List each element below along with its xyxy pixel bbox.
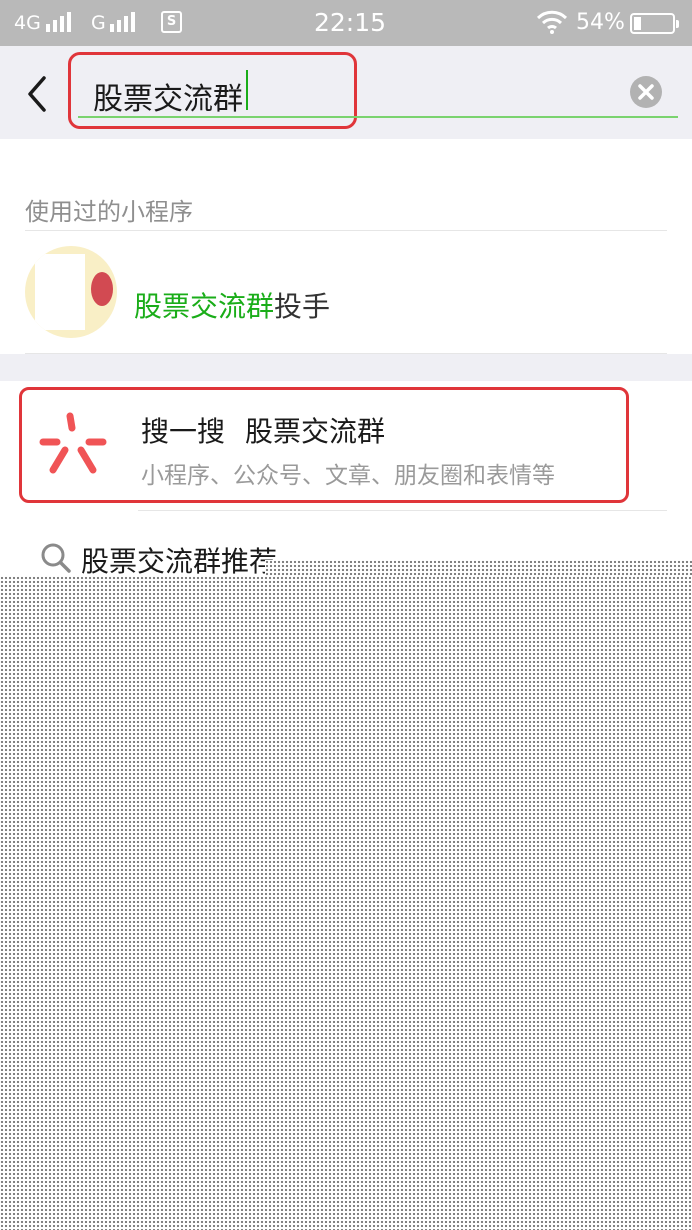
mini-program-name-suffix: 投手 — [274, 290, 331, 323]
souyisou-title: 搜一搜 股票交流群 — [141, 410, 385, 450]
row-divider-2 — [138, 510, 667, 511]
avatar-redaction — [35, 254, 85, 330]
signal-strength-icon-2 — [110, 12, 135, 32]
battery-icon — [630, 13, 679, 34]
back-arrow-icon[interactable] — [20, 72, 60, 116]
souyisou-search-item[interactable]: 搜一搜 股票交流群 小程序、公众号、文章、朋友圈和表情等 — [19, 387, 629, 503]
text-caret — [246, 70, 248, 110]
avatar-graphic — [91, 272, 113, 306]
network-type-label-2: G — [91, 12, 106, 34]
used-mini-programs-heading: 使用过的小程序 — [25, 198, 193, 226]
clear-search-icon[interactable] — [630, 76, 662, 108]
mini-program-name-match: 股票交流群 — [134, 290, 275, 323]
sim-icon: S — [161, 11, 182, 33]
section-gap — [0, 354, 692, 381]
status-bar: 4G G S 22:15 54% — [0, 0, 692, 46]
mini-program-item[interactable]: 股票交流群投手 — [0, 231, 692, 353]
search-underline — [78, 116, 678, 118]
souyisou-query: 股票交流群 — [245, 415, 386, 448]
souyisou-logo-icon — [39, 412, 107, 474]
suggestion-text: 股票交流群推荐 — [81, 545, 278, 576]
souyisou-label: 搜一搜 — [141, 415, 226, 448]
battery-percentage: 54% — [576, 10, 625, 35]
search-icon — [41, 543, 71, 573]
clock: 22:15 — [314, 8, 387, 37]
souyisou-subtitle: 小程序、公众号、文章、朋友圈和表情等 — [141, 463, 555, 489]
mini-program-avatar — [25, 246, 117, 338]
redaction-overlay — [0, 576, 692, 1230]
network-type-label: 4G — [14, 12, 41, 34]
wifi-icon — [536, 10, 568, 34]
mini-program-name: 股票交流群投手 — [134, 285, 330, 325]
search-header: 股票交流群 — [0, 46, 692, 139]
signal-strength-icon — [46, 12, 71, 32]
search-input[interactable]: 股票交流群 — [93, 74, 243, 118]
